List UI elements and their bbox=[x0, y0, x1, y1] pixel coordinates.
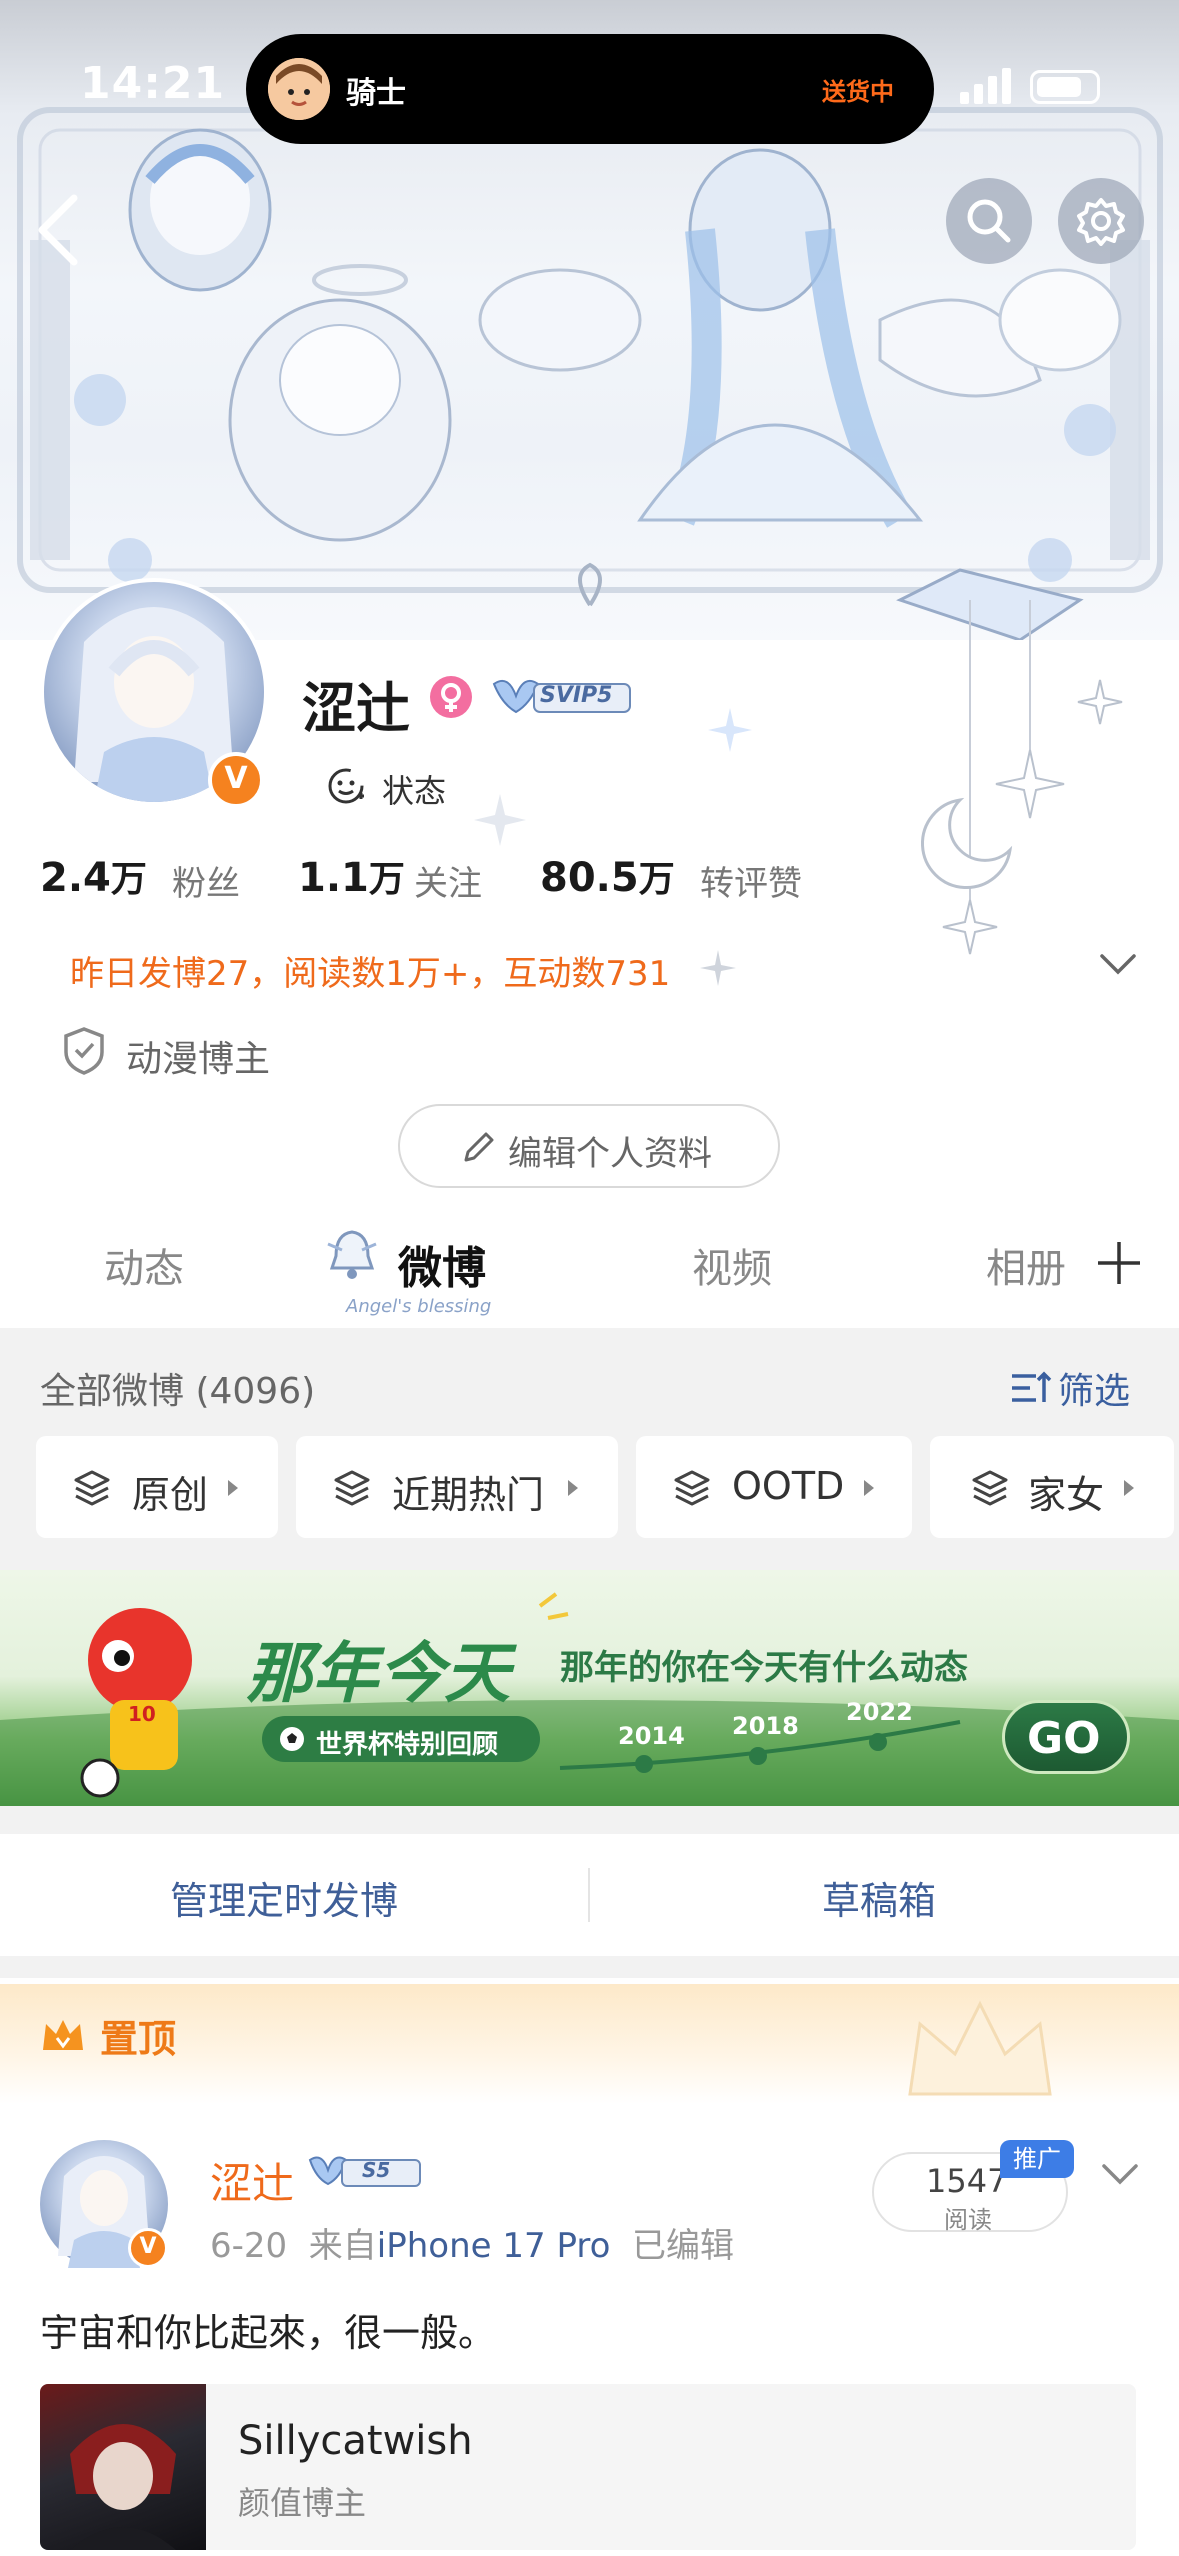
post-date: 6-20 bbox=[210, 2226, 288, 2266]
post-from: 来自 bbox=[308, 2226, 377, 2266]
all-weibo-count: 全部微博 (4096) bbox=[40, 1371, 316, 1412]
yesterday-summary[interactable]: 昨日发博27，阅读数1万+，互动数731 bbox=[70, 946, 670, 995]
manage-row: 管理定时发博 草稿箱 bbox=[0, 1834, 1179, 1956]
search-button[interactable] bbox=[946, 178, 1032, 264]
tab-weibo-subtitle: Angel's blessing bbox=[346, 1296, 492, 1317]
search-icon bbox=[967, 199, 1011, 243]
tab-video[interactable]: 视频 bbox=[692, 1236, 772, 1294]
crown-watermark-icon bbox=[908, 2000, 1052, 2096]
tab-weibo[interactable]: 微博 bbox=[398, 1232, 486, 1296]
chip-label: 近期热门 bbox=[392, 1473, 545, 1517]
banner-pill-label: 世界杯特别回顾 bbox=[316, 1730, 499, 1760]
status-button[interactable]: 状态 bbox=[302, 752, 474, 814]
sparkle-small-icon bbox=[700, 950, 736, 986]
filter-icon[interactable] bbox=[1010, 1368, 1052, 1408]
caret-right-icon bbox=[1124, 1480, 1134, 1496]
courier-avatar bbox=[268, 58, 330, 120]
fans-label[interactable]: 粉丝 bbox=[172, 856, 240, 905]
card-subtitle: 颜值博主 bbox=[238, 2484, 367, 2522]
mascot-number: 10 bbox=[128, 1702, 156, 1726]
banner-year: 2014 bbox=[618, 1722, 685, 1750]
read-label: 阅读 bbox=[944, 2206, 992, 2234]
linked-user-card[interactable] bbox=[40, 2384, 1136, 2550]
banner-year: 2018 bbox=[732, 1712, 799, 1740]
interactions-count[interactable]: 80.5万 bbox=[540, 850, 675, 902]
go-label: GO bbox=[1027, 1713, 1101, 1764]
following-count[interactable]: 1.1万 bbox=[298, 850, 405, 902]
shield-icon bbox=[64, 1027, 104, 1075]
chip-trending[interactable]: 近期热门 bbox=[296, 1436, 618, 1538]
post-meta: 6-20 来自iPhone 17 Pro 已编辑 bbox=[210, 2218, 734, 2267]
pinned-label: 置顶 bbox=[100, 2017, 177, 2061]
post-author-name[interactable]: 涩辻 bbox=[210, 2150, 294, 2211]
sparkle-icon bbox=[474, 794, 526, 846]
chip-label: 原创 bbox=[132, 1473, 209, 1517]
chip-label: OOTD bbox=[732, 1464, 845, 1508]
chip-family[interactable]: 家女 bbox=[930, 1436, 1174, 1538]
svip-badge-label: SVIP5 bbox=[540, 683, 613, 708]
female-icon bbox=[430, 676, 472, 718]
following-label[interactable]: 关注 bbox=[414, 856, 482, 905]
post-verified-badge: V bbox=[128, 2228, 168, 2268]
identity-tag[interactable]: 动漫博主 bbox=[126, 1030, 270, 1082]
back-arrow-icon[interactable] bbox=[30, 190, 90, 270]
status-label: 状态 bbox=[382, 772, 447, 810]
card-thumbnail bbox=[40, 2384, 206, 2550]
fans-count[interactable]: 2.4万 bbox=[40, 850, 147, 902]
bell-icon bbox=[327, 1230, 377, 1279]
chip-label: 家女 bbox=[1028, 1473, 1105, 1517]
gear-icon bbox=[1077, 198, 1125, 246]
post-more-chevron-icon[interactable] bbox=[1100, 2160, 1140, 2188]
post-text: 宇宙和你比起來，很一般。 bbox=[40, 2311, 497, 2355]
sparkle-blue-icon bbox=[708, 708, 752, 752]
chip-ootd[interactable]: OOTD bbox=[636, 1436, 912, 1538]
pencil-icon bbox=[464, 1132, 494, 1162]
caret-right-icon bbox=[228, 1480, 238, 1496]
profile-name: 涩辻 bbox=[302, 677, 410, 740]
battery-icon bbox=[1030, 70, 1100, 104]
chevron-down-icon[interactable] bbox=[1098, 950, 1138, 980]
layers-icon bbox=[74, 1470, 110, 1506]
live-activity-status: 送货中 bbox=[822, 78, 894, 106]
banner-pill: 世界杯特别回顾 bbox=[262, 1716, 540, 1762]
post-edited[interactable]: 已编辑 bbox=[632, 2226, 734, 2266]
status-smiley-icon bbox=[328, 768, 364, 804]
verified-badge: V bbox=[208, 752, 264, 808]
signal-icon bbox=[960, 68, 1011, 104]
status-time: 14:21 bbox=[80, 58, 226, 109]
layers-icon bbox=[334, 1470, 370, 1506]
settings-button[interactable] bbox=[1058, 178, 1144, 264]
scheduled-posts-button[interactable]: 管理定时发博 bbox=[170, 1870, 398, 1925]
post-device[interactable]: iPhone 17 Pro bbox=[377, 2226, 611, 2266]
read-count: 1547 bbox=[926, 2162, 1008, 2200]
edit-profile-label: 编辑个人资料 bbox=[508, 1134, 712, 1174]
live-activity-island[interactable]: 骑士 送货中 bbox=[246, 34, 934, 144]
caret-right-icon bbox=[864, 1480, 874, 1496]
card-title: Sillycatwish bbox=[238, 2418, 473, 2464]
banner-go-button[interactable]: GO bbox=[1002, 1700, 1130, 1774]
moon-star-decoration bbox=[921, 600, 1123, 955]
caret-right-icon bbox=[568, 1480, 578, 1496]
tab-album[interactable]: 相册 bbox=[986, 1236, 1066, 1294]
live-activity-label: 骑士 bbox=[346, 76, 406, 111]
banner-title: 那年今天 bbox=[246, 1635, 510, 1712]
soccer-ball-icon bbox=[280, 1727, 304, 1751]
layers-icon bbox=[674, 1470, 710, 1506]
crown-icon bbox=[43, 2020, 83, 2050]
plus-icon[interactable] bbox=[1094, 1238, 1144, 1288]
chip-original[interactable]: 原创 bbox=[36, 1436, 278, 1538]
layers-icon bbox=[972, 1470, 1008, 1506]
post-vip-badge-label: S5 bbox=[362, 2158, 391, 2182]
edit-profile-button[interactable]: 编辑个人资料 bbox=[398, 1104, 780, 1188]
interactions-label[interactable]: 转评赞 bbox=[700, 856, 802, 905]
tab-feed[interactable]: 动态 bbox=[104, 1236, 184, 1294]
pinned-header bbox=[0, 1984, 1179, 2104]
divider bbox=[588, 1868, 590, 1922]
drafts-button[interactable]: 草稿箱 bbox=[822, 1870, 936, 1925]
filter-button[interactable]: 筛选 bbox=[1058, 1362, 1130, 1414]
promote-badge[interactable]: 推广 bbox=[1000, 2140, 1074, 2178]
banner-subtitle: 那年的你在今天有什么动态 bbox=[560, 1648, 968, 1688]
banner-year: 2022 bbox=[846, 1698, 913, 1726]
